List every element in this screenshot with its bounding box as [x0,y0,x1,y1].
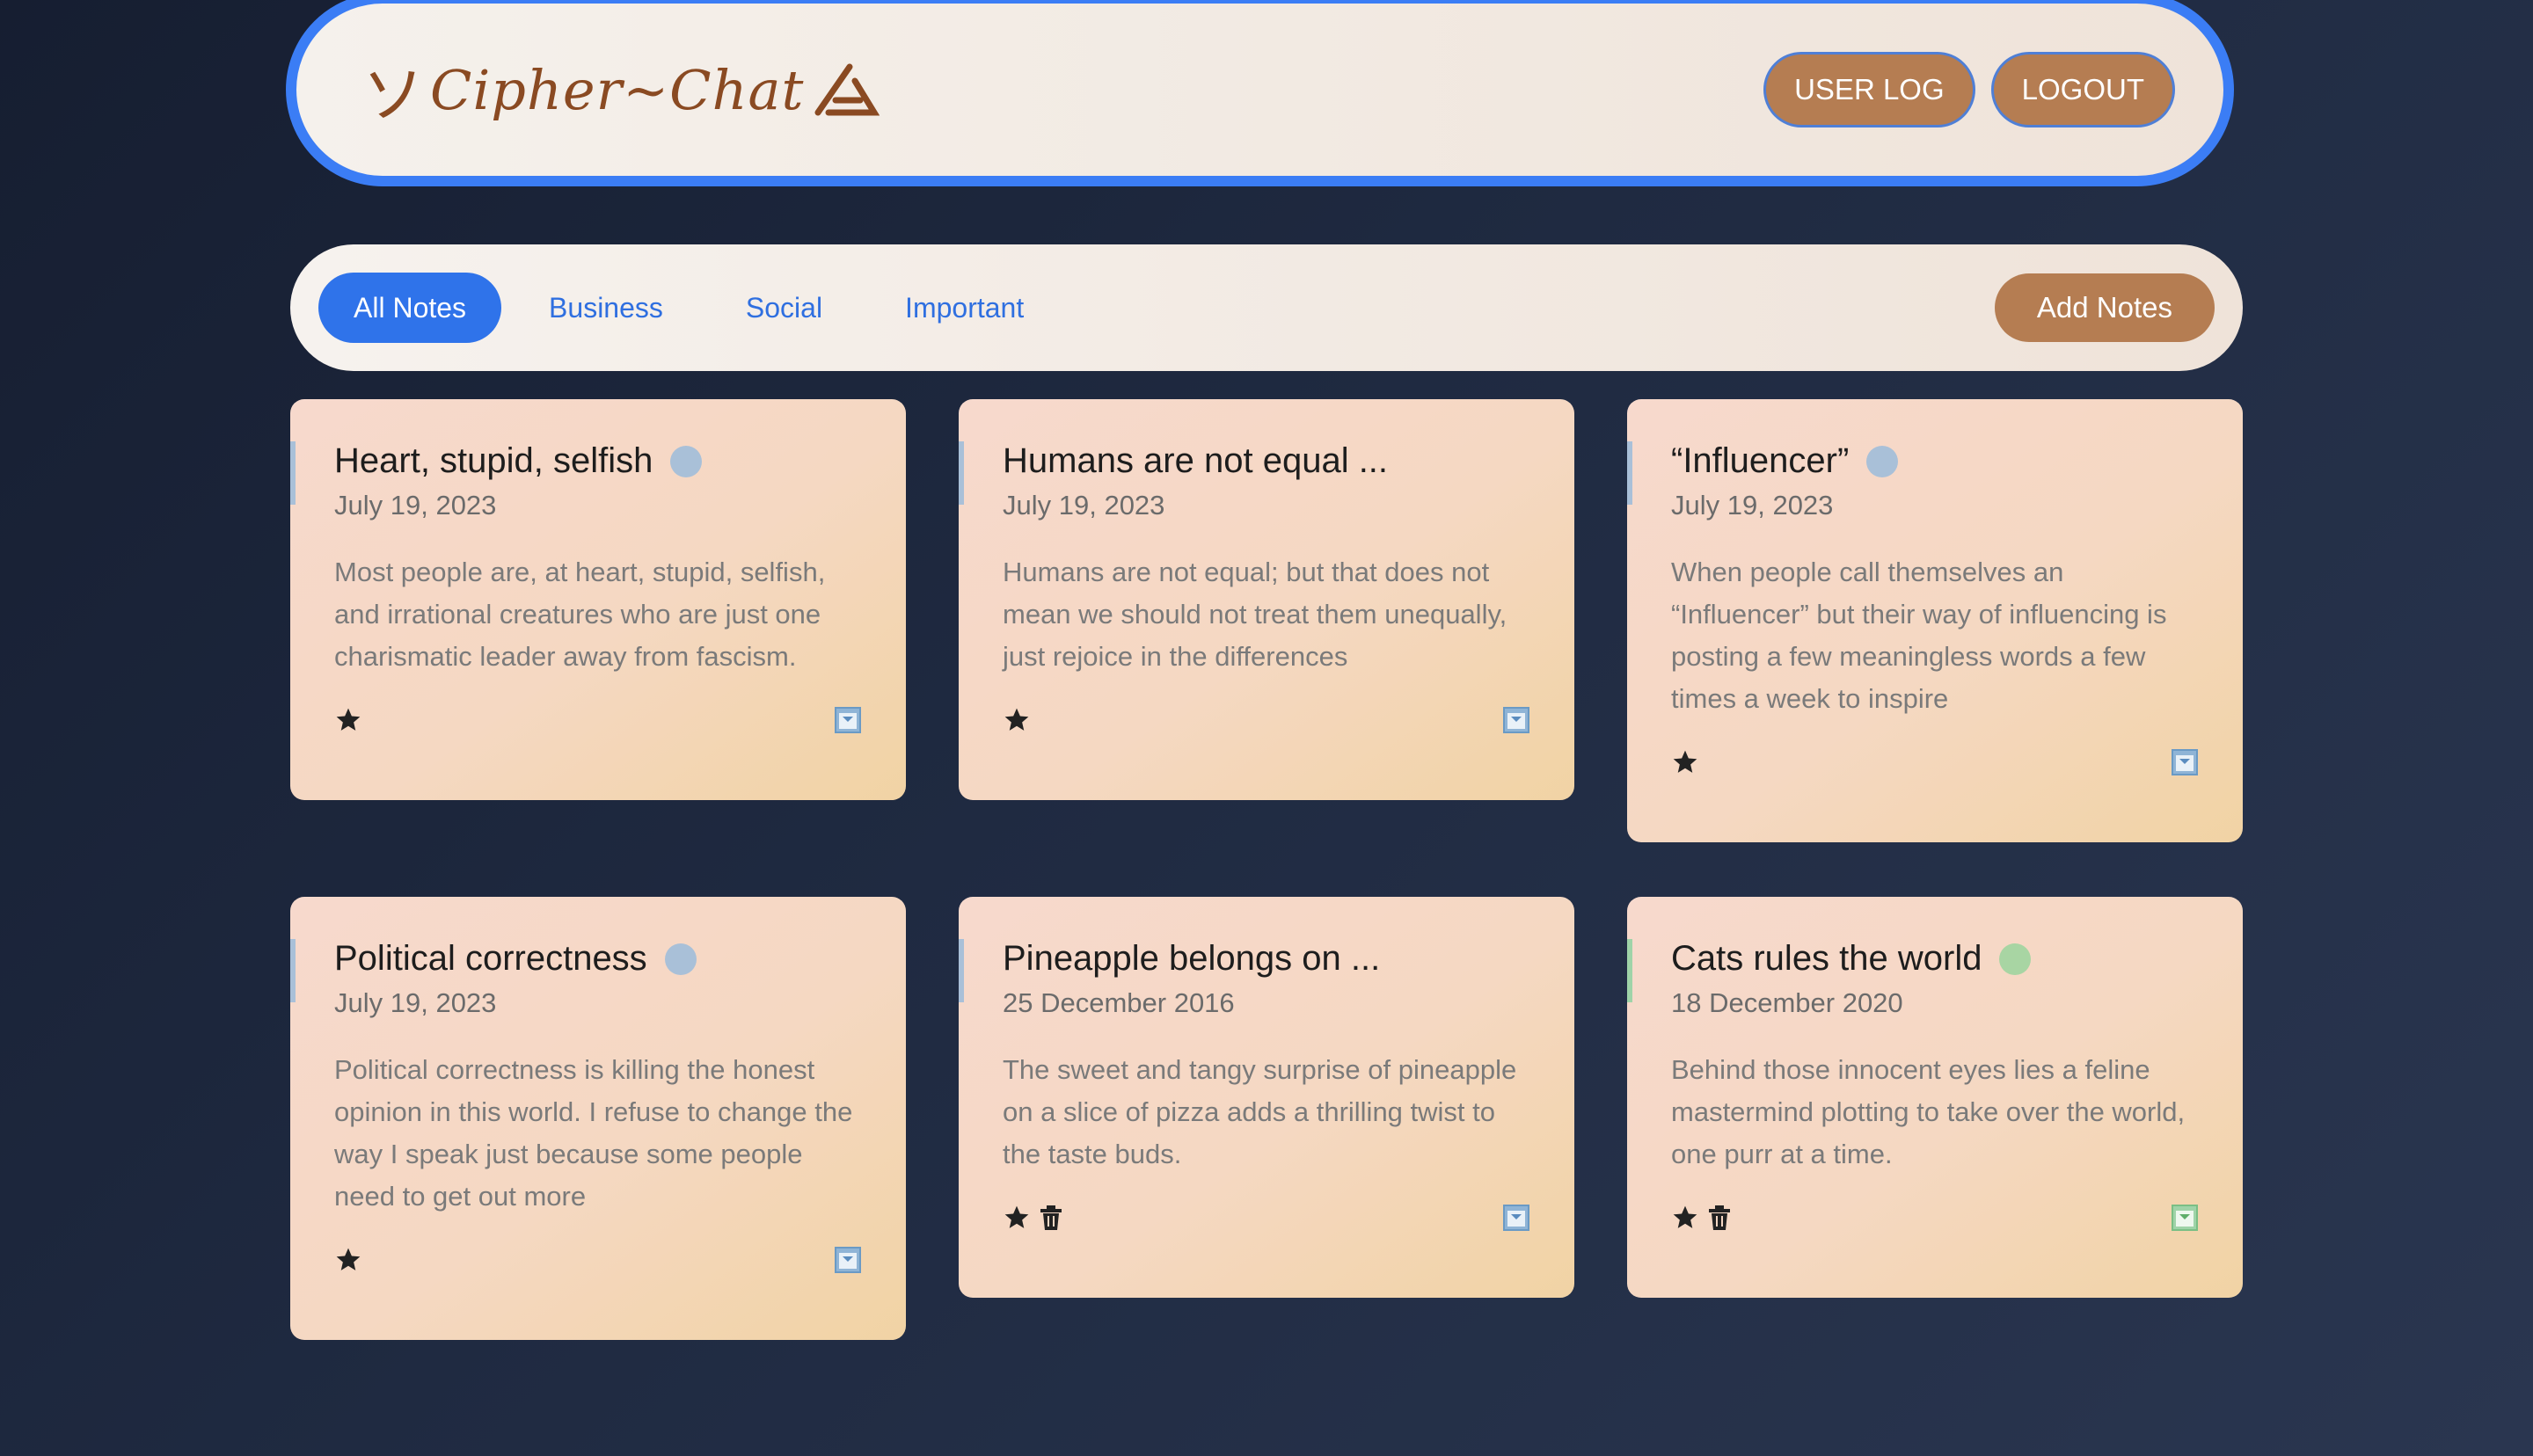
note-body: Political correctness is killing the hon… [334,1054,853,1212]
tag-dot [1999,943,2032,975]
star-icon[interactable] [1003,706,1031,734]
tag-dot [670,445,703,477]
note-body: The sweet and tangy surprise of pineappl… [1003,1054,1517,1169]
note-card: Political correctness July 19, 2023 Poli… [290,897,906,1340]
note-card: Cats rules the world 18 December 2020 Be… [1627,897,2243,1298]
note-body: When people call themselves an “Influenc… [1671,557,2167,714]
app-logo[interactable]: ソ Cipher~Chat [362,46,880,135]
note-date: July 19, 2023 [1003,490,1165,521]
note-date: 25 December 2016 [1003,987,1235,1018]
note-date: July 19, 2023 [1671,490,1834,521]
note-body: Humans are not equal; but that does not … [1003,557,1507,672]
note-title: “Influencer” [1671,441,1850,480]
tag-menu-icon[interactable] [2171,748,2199,776]
tab-all-notes[interactable]: All Notes [318,273,502,343]
note-date: 18 December 2020 [1671,987,1903,1018]
note-title: Pineapple belongs on ... [1003,939,1381,978]
note-date: July 19, 2023 [334,987,497,1018]
logo-triangle-icon [814,63,880,116]
tag-dot [1866,445,1899,477]
category-tabs: All Notes Business Social Important [318,273,1059,343]
add-notes-button[interactable]: Add Notes [1994,273,2215,342]
star-icon[interactable] [334,706,362,734]
star-icon[interactable] [1003,1204,1031,1232]
tab-business[interactable]: Business [514,273,698,343]
note-card: Pineapple belongs on ... 25 December 201… [959,897,1574,1298]
tag-menu-icon[interactable] [834,1246,862,1274]
note-date: July 19, 2023 [334,490,497,521]
tag-menu-icon[interactable] [834,706,862,734]
tag-menu-icon[interactable] [2171,1204,2199,1232]
logo-text: Cipher~Chat [430,57,805,122]
tag-dot [664,943,697,975]
note-card: “Influencer” July 19, 2023 When people c… [1627,399,2243,842]
trash-icon[interactable] [1040,1205,1062,1231]
tab-important[interactable]: Important [870,273,1059,343]
trash-icon[interactable] [1708,1205,1731,1231]
notes-toolbar: All Notes Business Social Important Add … [290,244,2243,371]
note-title: Heart, stupid, selfish [334,441,653,480]
note-card: Heart, stupid, selfish July 19, 2023 Mos… [290,399,906,800]
note-title: Cats rules the world [1671,939,1982,978]
logo-mark-left: ソ [362,58,425,131]
tag-menu-icon[interactable] [1502,706,1530,734]
note-title: Political correctness [334,939,647,978]
star-icon[interactable] [334,1246,362,1274]
header-actions: USER LOG LOGOUT [1763,52,2175,127]
user-log-button[interactable]: USER LOG [1763,52,1975,127]
note-card: Humans are not equal ... July 19, 2023 H… [959,399,1574,800]
note-body: Most people are, at heart, stupid, selfi… [334,557,826,672]
logout-button[interactable]: LOGOUT [1990,52,2175,127]
star-icon[interactable] [1671,1204,1699,1232]
star-icon[interactable] [1671,748,1699,776]
app-header: ソ Cipher~Chat USER LOG LOGOUT [286,0,2234,186]
note-body: Behind those innocent eyes lies a feline… [1671,1054,2186,1169]
tab-social[interactable]: Social [711,273,858,343]
note-title: Humans are not equal ... [1003,441,1389,480]
tag-menu-icon[interactable] [1502,1204,1530,1232]
